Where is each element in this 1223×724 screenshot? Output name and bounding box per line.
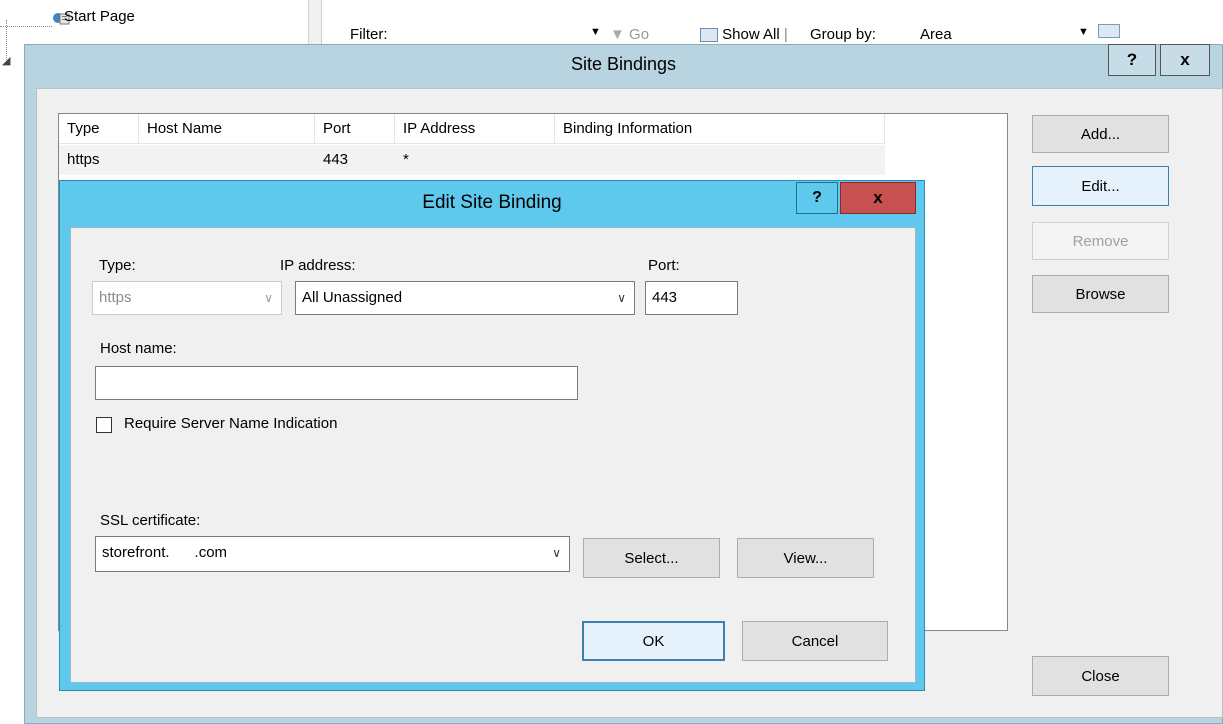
funnel-icon: ▼ [610, 26, 625, 43]
group-by-label: Group by: [810, 26, 876, 43]
cell-type: https [67, 151, 100, 168]
type-select: https ∨ [92, 281, 282, 315]
tree-connector [0, 26, 52, 27]
ssl-certificate-value: storefront. .com [102, 544, 228, 561]
add-button[interactable]: Add... [1032, 115, 1169, 153]
group-by-value[interactable]: Area [920, 26, 952, 43]
ip-address-select[interactable]: All Unassigned ∨ [295, 281, 635, 315]
group-by-dropdown-icon[interactable]: ▼ [1078, 26, 1089, 38]
table-row[interactable]: https 443 * [59, 145, 885, 175]
edit-binding-close-icon[interactable]: x [840, 182, 916, 214]
remove-button[interactable]: Remove [1032, 222, 1169, 260]
ok-button[interactable]: OK [582, 621, 725, 661]
edit-button[interactable]: Edit... [1032, 166, 1169, 206]
host-name-label: Host name: [100, 340, 177, 357]
cell-ip-address: * [403, 151, 409, 168]
ssl-certificate-label: SSL certificate: [100, 512, 201, 529]
type-value: https [99, 289, 132, 306]
chevron-down-icon: ∨ [264, 291, 273, 305]
view-certificate-button[interactable]: View... [737, 538, 874, 578]
close-button[interactable]: Close [1032, 656, 1169, 696]
toolbar-separator: | [783, 26, 788, 43]
sni-label[interactable]: Require Server Name Indication [124, 415, 337, 432]
tree-item-start-page[interactable]: Start Page [64, 8, 135, 25]
cancel-button[interactable]: Cancel [742, 621, 888, 661]
cell-binding-information [555, 147, 885, 173]
filter-dropdown-icon[interactable]: ▼ [590, 26, 601, 38]
chevron-down-icon: ∨ [617, 291, 626, 305]
chevron-down-icon: ∨ [552, 546, 561, 560]
browse-button[interactable]: Browse [1032, 275, 1169, 313]
go-label: Go [629, 26, 650, 43]
sni-checkbox[interactable] [96, 417, 112, 433]
tree-expand-icon[interactable]: ◢ [2, 54, 10, 67]
filter-label: Filter: [350, 26, 388, 43]
ip-address-value: All Unassigned [302, 289, 403, 306]
host-name-field[interactable] [95, 366, 578, 400]
type-label: Type: [99, 257, 136, 274]
edit-binding-help-button[interactable]: ? [796, 182, 838, 214]
port-label: Port: [648, 257, 680, 274]
cell-port: 443 [323, 151, 349, 168]
site-bindings-close-icon[interactable]: x [1160, 44, 1210, 76]
show-all-icon [700, 28, 718, 43]
ip-address-label: IP address: [280, 257, 356, 274]
view-icon[interactable] [1098, 24, 1120, 38]
column-header-port[interactable]: Port [315, 114, 395, 144]
port-field[interactable]: 443 [645, 281, 738, 315]
column-header-binding-information[interactable]: Binding Information [555, 114, 885, 144]
site-bindings-title: Site Bindings [570, 54, 677, 74]
cell-host-name [139, 147, 315, 173]
column-header-host-name[interactable]: Host Name [139, 114, 315, 144]
select-certificate-button[interactable]: Select... [583, 538, 720, 578]
column-header-ip-address[interactable]: IP Address [395, 114, 555, 144]
column-header-type[interactable]: Type [59, 114, 139, 144]
go-button[interactable]: ▼ Go [610, 26, 649, 43]
show-all-label: Show All [722, 26, 780, 43]
ssl-certificate-select[interactable]: storefront. .com ∨ [95, 536, 570, 572]
site-bindings-help-button[interactable]: ? [1108, 44, 1156, 76]
show-all-button[interactable]: Show All | [700, 26, 788, 43]
